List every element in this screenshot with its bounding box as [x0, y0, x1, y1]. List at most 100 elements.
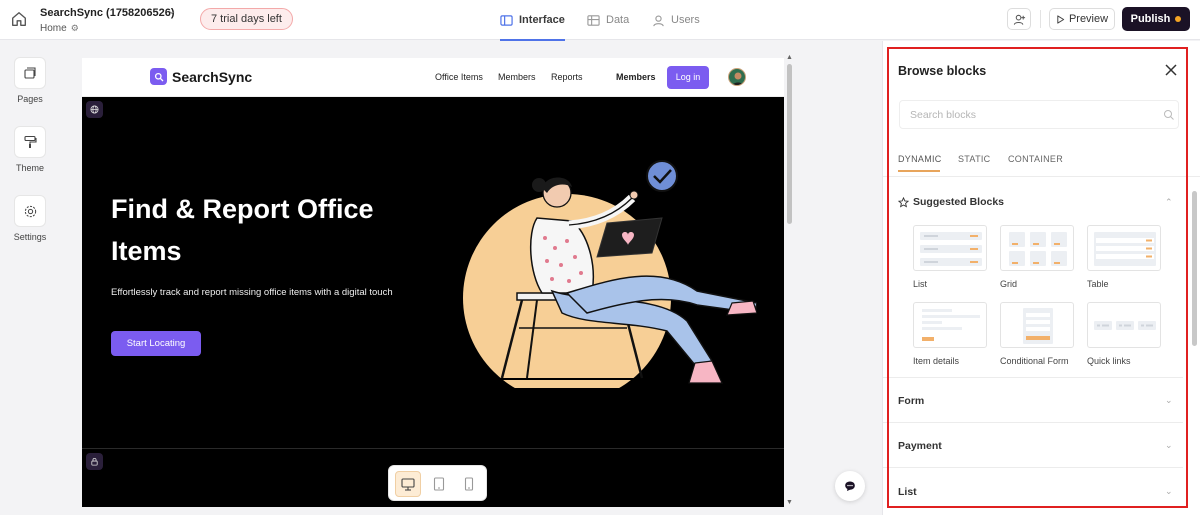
suggested-blocks-header[interactable]: Suggested Blocks: [898, 196, 1004, 208]
trial-badge[interactable]: 7 trial days left: [200, 8, 293, 30]
tab-interface[interactable]: Interface: [500, 0, 565, 41]
chevron-down-icon[interactable]: ⌄: [1165, 486, 1173, 497]
section-form[interactable]: Form: [898, 395, 924, 407]
rail-item-theme[interactable]: Theme: [14, 126, 46, 173]
block-conditional-form[interactable]: Conditional Form: [1000, 302, 1074, 366]
chevron-down-icon[interactable]: ⌄: [1165, 395, 1173, 406]
preview-label: Preview: [1068, 13, 1109, 25]
block-item-details[interactable]: Item details: [913, 302, 987, 366]
search-blocks-field[interactable]: [899, 100, 1179, 129]
nav-members-button[interactable]: Members: [616, 72, 656, 82]
chevron-up-icon[interactable]: ⌃: [1165, 197, 1173, 208]
rail-item-settings[interactable]: Settings: [14, 195, 46, 242]
site-logo-text: SearchSync: [172, 68, 253, 85]
panel-scroll-thumb[interactable]: [1192, 191, 1197, 346]
page-canvas[interactable]: SearchSync Office Items Members Reports …: [82, 58, 784, 507]
quick-links-block-thumbnail: [1087, 302, 1161, 348]
section-list[interactable]: List: [898, 486, 917, 498]
tablet-icon: [433, 477, 445, 491]
scroll-down-icon[interactable]: ▼: [786, 499, 793, 506]
block-table[interactable]: Table: [1087, 225, 1161, 289]
site-logo[interactable]: SearchSync: [150, 68, 252, 85]
user-icon: [653, 14, 664, 26]
block-label-table: Table: [1087, 279, 1109, 289]
close-icon[interactable]: [1163, 62, 1179, 78]
play-icon: [1057, 14, 1065, 24]
tab-container[interactable]: CONTAINER: [1008, 154, 1063, 164]
avatar[interactable]: [728, 68, 746, 86]
canvas-scrollbar[interactable]: ▲ ▼: [785, 54, 795, 506]
suggested-blocks-title: Suggested Blocks: [913, 196, 1005, 208]
login-button[interactable]: Log in: [667, 66, 709, 89]
user-plus-icon: [1013, 14, 1025, 25]
start-locating-button[interactable]: Start Locating: [111, 331, 201, 356]
block-quick-links[interactable]: Quick links: [1087, 302, 1161, 366]
layout-icon: [500, 14, 513, 26]
search-input[interactable]: [900, 101, 1140, 128]
tab-data-label: Data: [606, 14, 630, 26]
table-icon: [587, 14, 600, 26]
tablet-view-button[interactable]: [426, 471, 452, 497]
tab-data[interactable]: Data: [587, 0, 629, 40]
star-icon: [898, 196, 909, 208]
logo-mark-icon: [150, 68, 167, 85]
nav-link-reports[interactable]: Reports: [551, 72, 583, 82]
lock-icon[interactable]: [86, 453, 103, 470]
search-icon: [1164, 110, 1174, 120]
active-tab-indicator: [898, 170, 940, 172]
rail-label-pages: Pages: [17, 94, 43, 104]
chat-icon: [845, 481, 855, 491]
rail-label-theme: Theme: [15, 163, 44, 173]
conditional-form-block-thumbnail: [1000, 302, 1074, 348]
desktop-view-button[interactable]: [395, 471, 421, 497]
app-switcher-chevron-icon[interactable]: ⌄: [168, 6, 176, 17]
page-settings-icon[interactable]: ⚙: [71, 23, 79, 33]
chat-button[interactable]: [835, 471, 865, 501]
globe-icon[interactable]: [86, 101, 103, 118]
section-divider: [82, 448, 784, 449]
hero-subtitle: Effortlessly track and report missing of…: [111, 287, 393, 298]
grid-block-thumbnail: [1000, 225, 1074, 271]
hero-title: Find & Report Office Items: [111, 194, 374, 266]
tab-dynamic[interactable]: DYNAMIC: [898, 154, 942, 164]
nav-link-office-items[interactable]: Office Items: [435, 72, 483, 82]
tab-interface-label: Interface: [519, 14, 565, 26]
browse-blocks-panel: Browse blocks DYNAMIC STATIC CONTAINER S…: [882, 41, 1200, 515]
panel-scrollbar[interactable]: [1192, 181, 1198, 481]
pages-icon: [24, 67, 36, 79]
tab-users[interactable]: Users: [652, 0, 700, 40]
rail-item-pages[interactable]: Pages: [14, 57, 46, 104]
tab-users-label: Users: [671, 14, 700, 26]
chevron-down-icon[interactable]: ⌄: [1165, 440, 1173, 451]
tab-static[interactable]: STATIC: [958, 154, 990, 164]
top-bar: SearchSync (1758206526) ⌄ Home ⚙ 7 trial …: [0, 0, 1200, 41]
unpublished-changes-dot: [1175, 16, 1182, 22]
section-payment[interactable]: Payment: [898, 440, 942, 452]
page-name: Home: [40, 23, 67, 34]
gear-icon: [24, 205, 36, 217]
section-divider: [883, 377, 1183, 378]
block-list[interactable]: List: [913, 225, 987, 289]
section-divider: [883, 467, 1183, 468]
block-label-item-details: Item details: [913, 356, 960, 366]
invite-user-button[interactable]: [1007, 8, 1031, 30]
paint-roller-icon: [24, 135, 37, 148]
section-list-title: List: [898, 486, 917, 498]
block-grid[interactable]: Grid: [1000, 225, 1074, 289]
preview-button[interactable]: Preview: [1049, 8, 1115, 30]
list-block-thumbnail: [913, 225, 987, 271]
publish-button[interactable]: Publish: [1122, 7, 1190, 31]
scroll-up-icon[interactable]: ▲: [786, 54, 793, 61]
canvas-scroll-thumb[interactable]: [787, 64, 792, 224]
table-block-thumbnail: [1087, 225, 1161, 271]
site-navbar: SearchSync Office Items Members Reports …: [82, 58, 784, 97]
section-form-title: Form: [898, 395, 925, 407]
section-payment-title: Payment: [898, 440, 942, 452]
app-name[interactable]: SearchSync (1758206526): [40, 7, 175, 19]
current-page[interactable]: Home ⚙: [40, 23, 79, 34]
desktop-icon: [401, 477, 415, 491]
mobile-view-button[interactable]: [456, 471, 482, 497]
home-icon[interactable]: [10, 10, 28, 28]
rail-label-settings: Settings: [13, 232, 47, 242]
nav-link-members[interactable]: Members: [498, 72, 536, 82]
